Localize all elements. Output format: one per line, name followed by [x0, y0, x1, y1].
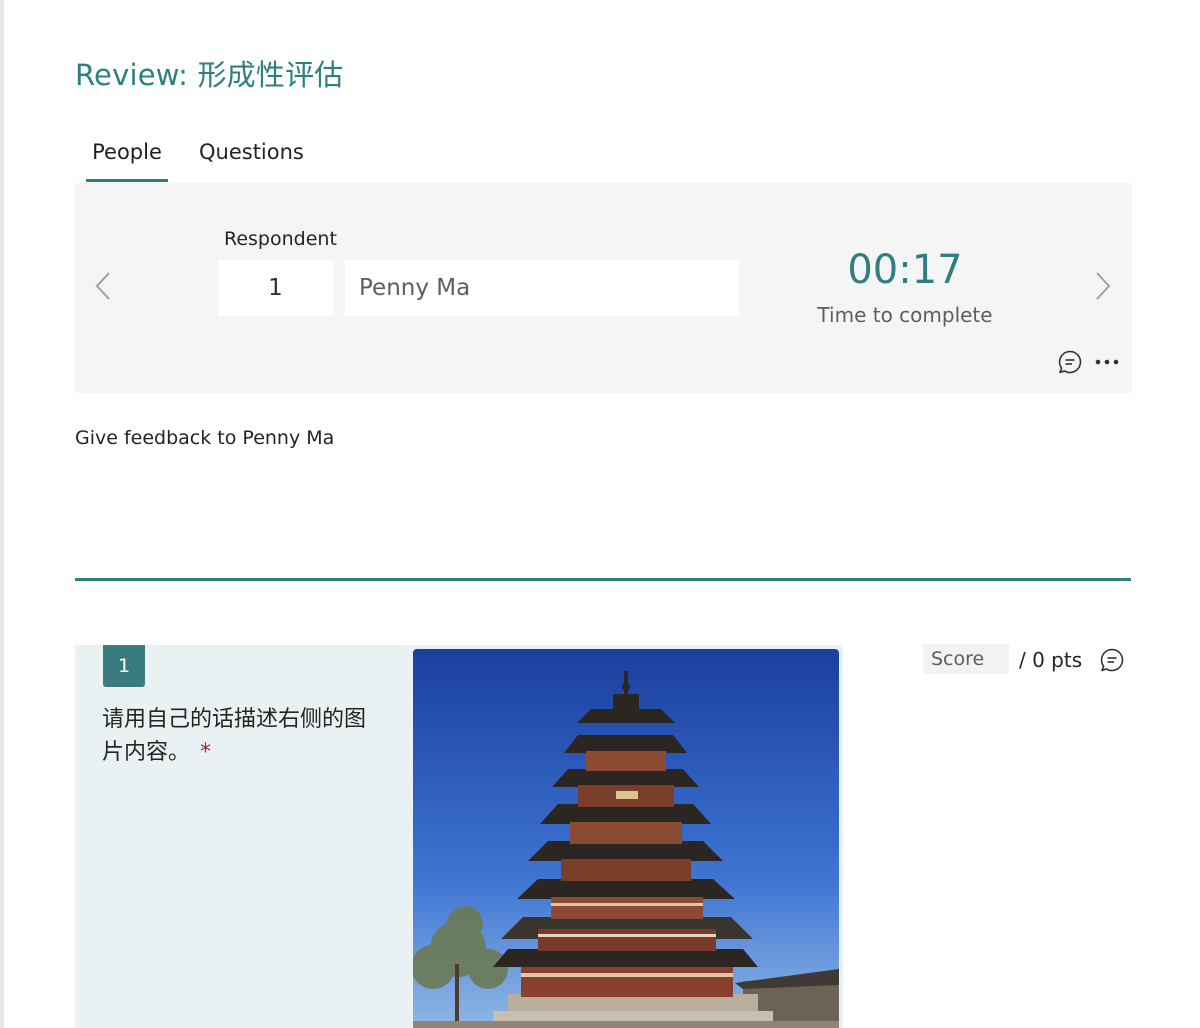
comment-icon — [1058, 350, 1082, 374]
question-comment-button[interactable] — [1099, 647, 1125, 673]
points-label: / 0 pts — [1019, 648, 1083, 672]
more-ellipsis-icon — [1095, 359, 1119, 365]
more-options-button[interactable] — [1093, 349, 1121, 375]
time-to-complete-label: Time to complete — [817, 303, 993, 327]
pagoda-photo — [413, 649, 839, 1028]
chevron-right-icon — [1096, 272, 1111, 300]
question-text: 请用自己的话描述右侧的图片内容。 * — [102, 703, 372, 769]
time-to-complete-value: 00:17 — [847, 247, 963, 293]
respondent-label: Respondent — [224, 228, 337, 250]
question-number-badge: 1 — [103, 645, 145, 687]
tab-questions[interactable]: Questions — [199, 128, 304, 182]
feedback-input[interactable] — [75, 470, 1131, 581]
question-card: 1 请用自己的话描述右侧的图片内容。 * — [75, 645, 843, 1028]
comment-icon — [1100, 648, 1124, 672]
required-marker: * — [200, 740, 212, 765]
question-title: 请用自己的话描述右侧的图片内容。 — [102, 707, 367, 765]
tab-people[interactable]: People — [86, 128, 168, 182]
respondent-number-input[interactable]: 1 — [218, 260, 333, 316]
respondent-comment-button[interactable] — [1057, 349, 1083, 375]
question-image — [413, 649, 839, 1028]
page-title: Review: 形成性评估 — [75, 58, 344, 92]
chevron-left-icon — [95, 272, 110, 300]
respondent-panel: Respondent 1 Penny Ma 00:17 Time to comp… — [75, 183, 1132, 393]
feedback-label: Give feedback to Penny Ma — [75, 427, 335, 449]
next-respondent-button[interactable] — [1093, 271, 1113, 301]
left-rail — [0, 0, 4, 1028]
previous-respondent-button[interactable] — [93, 271, 113, 301]
respondent-name-field[interactable]: Penny Ma — [345, 260, 739, 316]
score-input[interactable]: Score — [923, 644, 1009, 674]
